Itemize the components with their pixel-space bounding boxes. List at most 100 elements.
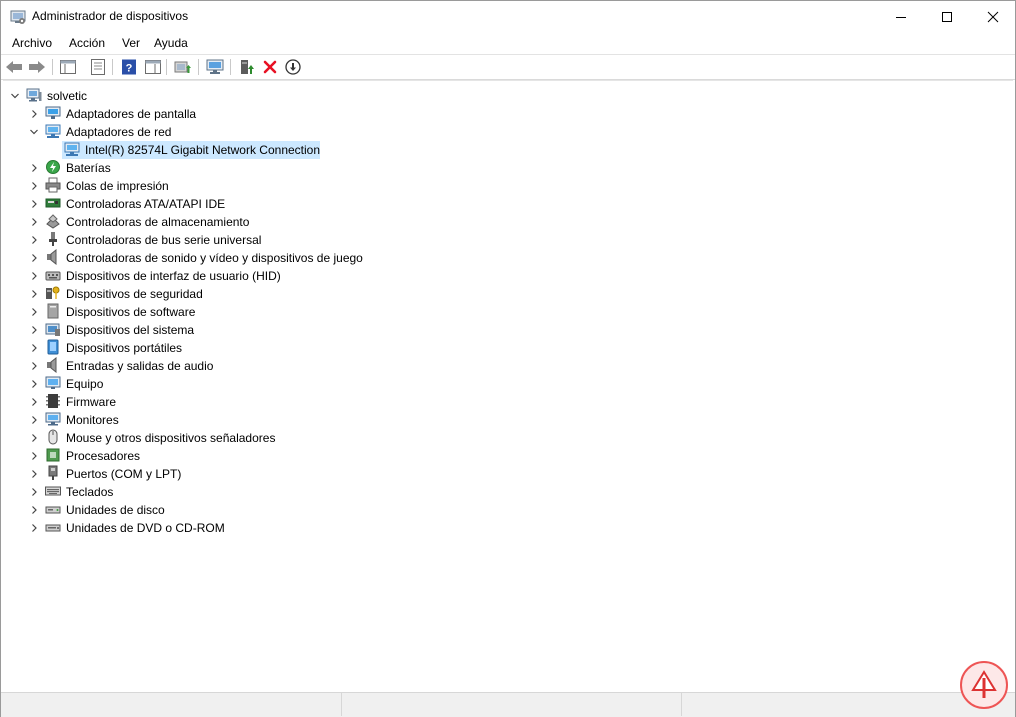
scan-hardware-button[interactable] — [206, 58, 224, 76]
chevron-right-icon[interactable] — [29, 415, 39, 425]
tree-category-label[interactable]: Monitores — [66, 412, 119, 428]
status-bar — [1, 692, 1015, 717]
ide-controller-icon — [45, 198, 61, 208]
chevron-right-icon[interactable] — [29, 523, 39, 533]
uninstall-icon — [263, 60, 277, 74]
tree-category-label[interactable]: Puertos (COM y LPT) — [66, 466, 181, 482]
help-button[interactable]: ? — [120, 58, 138, 76]
add-driver-button[interactable] — [238, 58, 256, 76]
menu-ayuda[interactable]: Ayuda — [152, 36, 190, 50]
tree-category-label[interactable]: Colas de impresión — [66, 178, 169, 194]
tree-category-label[interactable]: Dispositivos portátiles — [66, 340, 182, 356]
tree-category-label[interactable]: Dispositivos de software — [66, 304, 195, 320]
chevron-right-icon[interactable] — [29, 379, 39, 389]
tree-category-label[interactable]: Controladoras de almacenamiento — [66, 214, 249, 230]
toolbar-separator — [230, 59, 231, 75]
tree-category-label[interactable]: Firmware — [66, 394, 116, 410]
chevron-down-icon[interactable] — [10, 91, 20, 101]
chevron-right-icon[interactable] — [29, 109, 39, 119]
tree-category-label[interactable]: Teclados — [66, 484, 113, 500]
tree-category-label[interactable]: Dispositivos de interfaz de usuario (HID… — [66, 268, 281, 284]
chevron-right-icon[interactable] — [29, 181, 39, 191]
properties-button[interactable] — [89, 58, 107, 76]
chevron-right-icon[interactable] — [29, 451, 39, 461]
tree-category-label[interactable]: Entradas y salidas de audio — [66, 358, 213, 374]
chevron-right-icon[interactable] — [29, 397, 39, 407]
close-button[interactable] — [970, 1, 1016, 32]
portable-device-icon — [47, 339, 59, 355]
menu-bar: Archivo Acción Ver Ayuda — [1, 32, 1015, 54]
status-cell — [1, 693, 342, 716]
tree-category-label[interactable]: Controladoras ATA/ATAPI IDE — [66, 196, 225, 212]
computer-icon — [26, 87, 42, 103]
close-icon — [987, 11, 999, 22]
chevron-right-icon[interactable] — [29, 325, 39, 335]
chevron-right-icon[interactable] — [29, 505, 39, 515]
toolbar-separator — [166, 59, 167, 75]
update-driver-button[interactable] — [174, 58, 192, 76]
update-driver-icon — [174, 61, 191, 73]
toolbar-separator — [198, 59, 199, 75]
tree-category-label[interactable]: Unidades de DVD o CD-ROM — [66, 520, 225, 536]
back-button[interactable] — [5, 58, 23, 76]
tree-category-label[interactable]: Dispositivos del sistema — [66, 322, 194, 338]
system-device-icon — [45, 323, 60, 336]
minimize-button[interactable] — [878, 1, 924, 32]
chevron-right-icon[interactable] — [29, 343, 39, 353]
tree-category-label[interactable]: Adaptadores de red — [66, 124, 171, 140]
tree-category-label[interactable]: Baterías — [66, 160, 111, 176]
status-cell — [341, 693, 682, 716]
software-device-icon — [47, 303, 59, 319]
chevron-right-icon[interactable] — [29, 217, 39, 227]
chevron-right-icon[interactable] — [29, 307, 39, 317]
chevron-right-icon[interactable] — [29, 235, 39, 245]
tree-category-label[interactable]: Adaptadores de pantalla — [66, 106, 196, 122]
maximize-icon — [942, 11, 952, 22]
processor-icon — [46, 448, 60, 462]
device-tree[interactable]: solvetic Adaptadores de pantalla Adaptado… — [3, 80, 1013, 692]
menu-ver[interactable]: Ver — [120, 36, 142, 50]
forward-button[interactable] — [28, 58, 46, 76]
tree-category-label[interactable]: Procesadores — [66, 448, 140, 464]
chevron-right-icon[interactable] — [29, 199, 39, 209]
device-manager-window: Administrador de dispositivos Archivo Ac… — [0, 0, 1016, 717]
tree-category-label[interactable]: Unidades de disco — [66, 502, 165, 518]
chevron-right-icon[interactable] — [29, 289, 39, 299]
chevron-right-icon[interactable] — [29, 433, 39, 443]
menu-archivo[interactable]: Archivo — [10, 36, 54, 50]
tree-category-label[interactable]: Dispositivos de seguridad — [66, 286, 203, 302]
maximize-button[interactable] — [924, 1, 970, 32]
speaker-icon — [47, 249, 57, 265]
minimize-icon — [896, 16, 906, 18]
action-pane-button[interactable] — [144, 58, 162, 76]
chevron-right-icon[interactable] — [29, 271, 39, 281]
forward-icon — [29, 61, 45, 73]
chevron-right-icon[interactable] — [29, 253, 39, 263]
printer-icon — [45, 177, 61, 193]
chevron-right-icon[interactable] — [29, 361, 39, 371]
usb-icon — [49, 232, 57, 246]
chevron-right-icon[interactable] — [29, 469, 39, 479]
show-hide-tree-button[interactable] — [59, 58, 77, 76]
dvd-drive-icon — [45, 524, 61, 532]
speaker-icon — [47, 357, 57, 373]
tree-root-label[interactable]: solvetic — [47, 88, 87, 104]
security-device-icon — [46, 286, 60, 299]
menu-accion[interactable]: Acción — [67, 36, 107, 50]
chevron-right-icon[interactable] — [29, 487, 39, 497]
action-pane-icon — [145, 60, 161, 74]
tree-category-label[interactable]: Equipo — [66, 376, 103, 392]
tree-device-label[interactable]: Intel(R) 82574L Gigabit Network Connecti… — [85, 142, 320, 158]
tree-category-label[interactable]: Controladoras de bus serie universal — [66, 232, 261, 248]
uninstall-button[interactable] — [261, 58, 279, 76]
disable-button[interactable] — [284, 58, 302, 76]
show-hide-tree-icon — [60, 60, 76, 74]
title-bar[interactable]: Administrador de dispositivos — [1, 1, 1015, 32]
tree-category-label[interactable]: Mouse y otros dispositivos señaladores — [66, 430, 275, 446]
chevron-right-icon[interactable] — [29, 163, 39, 173]
chevron-down-icon[interactable] — [29, 127, 39, 137]
tree-category-label[interactable]: Controladoras de sonido y vídeo y dispos… — [66, 250, 363, 266]
storage-controller-icon — [46, 214, 60, 229]
computer-icon — [45, 376, 61, 389]
display-adapter-icon — [45, 106, 61, 119]
